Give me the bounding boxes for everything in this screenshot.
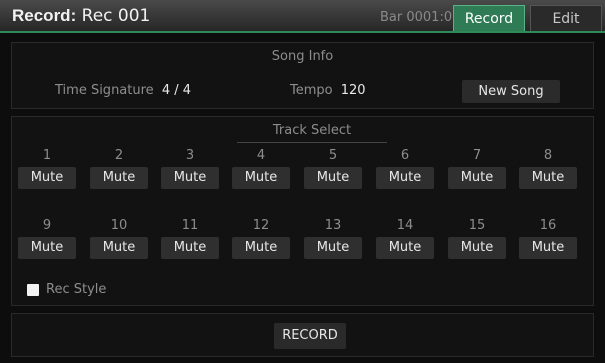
song-info-panel: Song Info Time Signature 4 / 4 Tempo 120… xyxy=(11,42,594,109)
track-number: 11 xyxy=(181,218,199,233)
time-signature-label: Time Signature xyxy=(55,83,154,98)
track-number: 7 xyxy=(472,148,482,163)
mute-button-track-11[interactable]: Mute xyxy=(161,237,219,259)
track-number: 2 xyxy=(114,148,124,163)
mute-button-track-15[interactable]: Mute xyxy=(448,237,506,259)
time-signature-field[interactable]: Time Signature 4 / 4 xyxy=(55,83,191,98)
rec-style-label: Rec Style xyxy=(46,282,107,297)
tempo-field[interactable]: Tempo 120 xyxy=(290,83,366,98)
record-button[interactable]: RECORD xyxy=(274,323,346,349)
tempo-label: Tempo xyxy=(290,83,333,98)
track-number: 15 xyxy=(468,218,486,233)
track-select-panel: Track Select 1 Mute 2 Mute 3 Mute 4 Mute 5 Mute 6 M… xyxy=(11,116,594,306)
bar-position-readout: Bar 0001:01 xyxy=(380,10,461,25)
time-signature-value: 4 / 4 xyxy=(161,83,191,98)
record-panel: RECORD xyxy=(11,313,594,357)
rec-style-checkbox[interactable] xyxy=(27,284,39,296)
mute-button-track-16[interactable]: Mute xyxy=(519,237,577,259)
mute-button-track-12[interactable]: Mute xyxy=(232,237,290,259)
mute-button-track-2[interactable]: Mute xyxy=(90,167,148,189)
mute-button-track-5[interactable]: Mute xyxy=(304,167,362,189)
track-number: 12 xyxy=(252,218,270,233)
mute-button-track-14[interactable]: Mute xyxy=(376,237,434,259)
mute-button-track-13[interactable]: Mute xyxy=(304,237,362,259)
mute-button-track-6[interactable]: Mute xyxy=(376,167,434,189)
track-number: 16 xyxy=(539,218,557,233)
mute-button-track-10[interactable]: Mute xyxy=(90,237,148,259)
record-screen: Record: Rec 001 Bar 0001:01 Record Edit … xyxy=(0,0,605,363)
track-number: 14 xyxy=(396,218,414,233)
track-number: 8 xyxy=(543,148,553,163)
title-label: Record: xyxy=(12,6,77,25)
tab-edit[interactable]: Edit xyxy=(530,5,602,31)
song-info-heading: Song Info xyxy=(271,49,334,64)
mute-button-track-8[interactable]: Mute xyxy=(519,167,577,189)
new-song-button[interactable]: New Song xyxy=(462,80,560,103)
mute-button-track-4[interactable]: Mute xyxy=(232,167,290,189)
track-select-heading: Track Select xyxy=(237,123,387,143)
tab-record[interactable]: Record xyxy=(453,5,525,31)
page-title: Record: Rec 001 xyxy=(12,6,150,26)
mute-button-track-7[interactable]: Mute xyxy=(448,167,506,189)
track-number: 3 xyxy=(185,148,195,163)
mute-button-track-3[interactable]: Mute xyxy=(161,167,219,189)
track-number: 5 xyxy=(328,148,338,163)
track-number: 13 xyxy=(324,218,342,233)
title-value: Rec 001 xyxy=(81,6,151,26)
track-number: 9 xyxy=(42,218,52,233)
title-bar: Record: Rec 001 Bar 0001:01 Record Edit xyxy=(0,0,605,33)
track-number: 1 xyxy=(42,148,52,163)
tempo-value: 120 xyxy=(340,83,366,98)
track-number: 6 xyxy=(400,148,410,163)
track-number: 4 xyxy=(256,148,266,163)
track-number: 10 xyxy=(110,218,128,233)
mute-button-track-9[interactable]: Mute xyxy=(18,237,76,259)
mute-button-track-1[interactable]: Mute xyxy=(18,167,76,189)
